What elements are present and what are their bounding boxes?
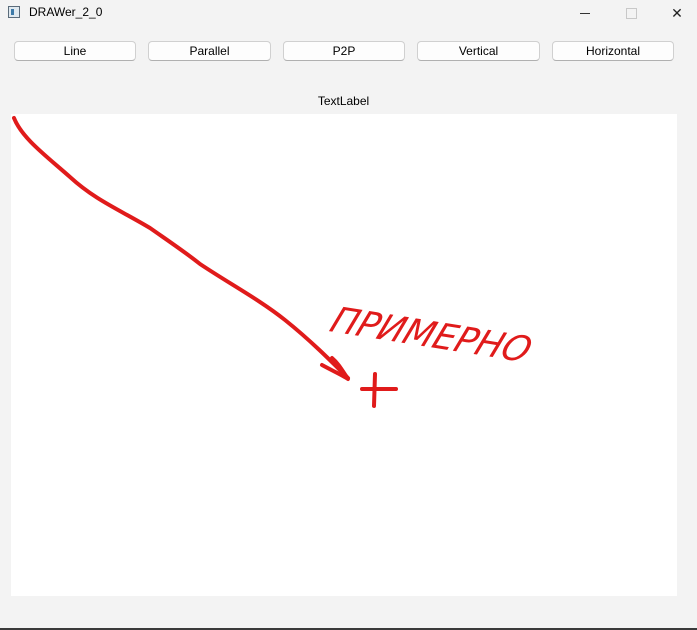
p2p-button[interactable]: P2P [283, 41, 405, 61]
minimize-icon [580, 12, 590, 14]
drawing-canvas[interactable] [11, 114, 677, 596]
maximize-button[interactable] [608, 0, 654, 26]
window-title: DRAWer_2_0 [29, 5, 103, 19]
app-icon [8, 6, 20, 18]
parallel-button[interactable]: Parallel [148, 41, 271, 61]
maximize-icon [625, 7, 637, 19]
minimize-button[interactable] [562, 0, 608, 26]
title-bar[interactable]: DRAWer_2_0 ✕ [0, 0, 697, 26]
text-label: TextLabel [317, 94, 370, 108]
vertical-button[interactable]: Vertical [417, 41, 540, 61]
close-icon: ✕ [671, 4, 683, 21]
close-button[interactable]: ✕ [654, 0, 697, 26]
horizontal-button[interactable]: Horizontal [552, 41, 674, 61]
line-button[interactable]: Line [14, 41, 136, 61]
